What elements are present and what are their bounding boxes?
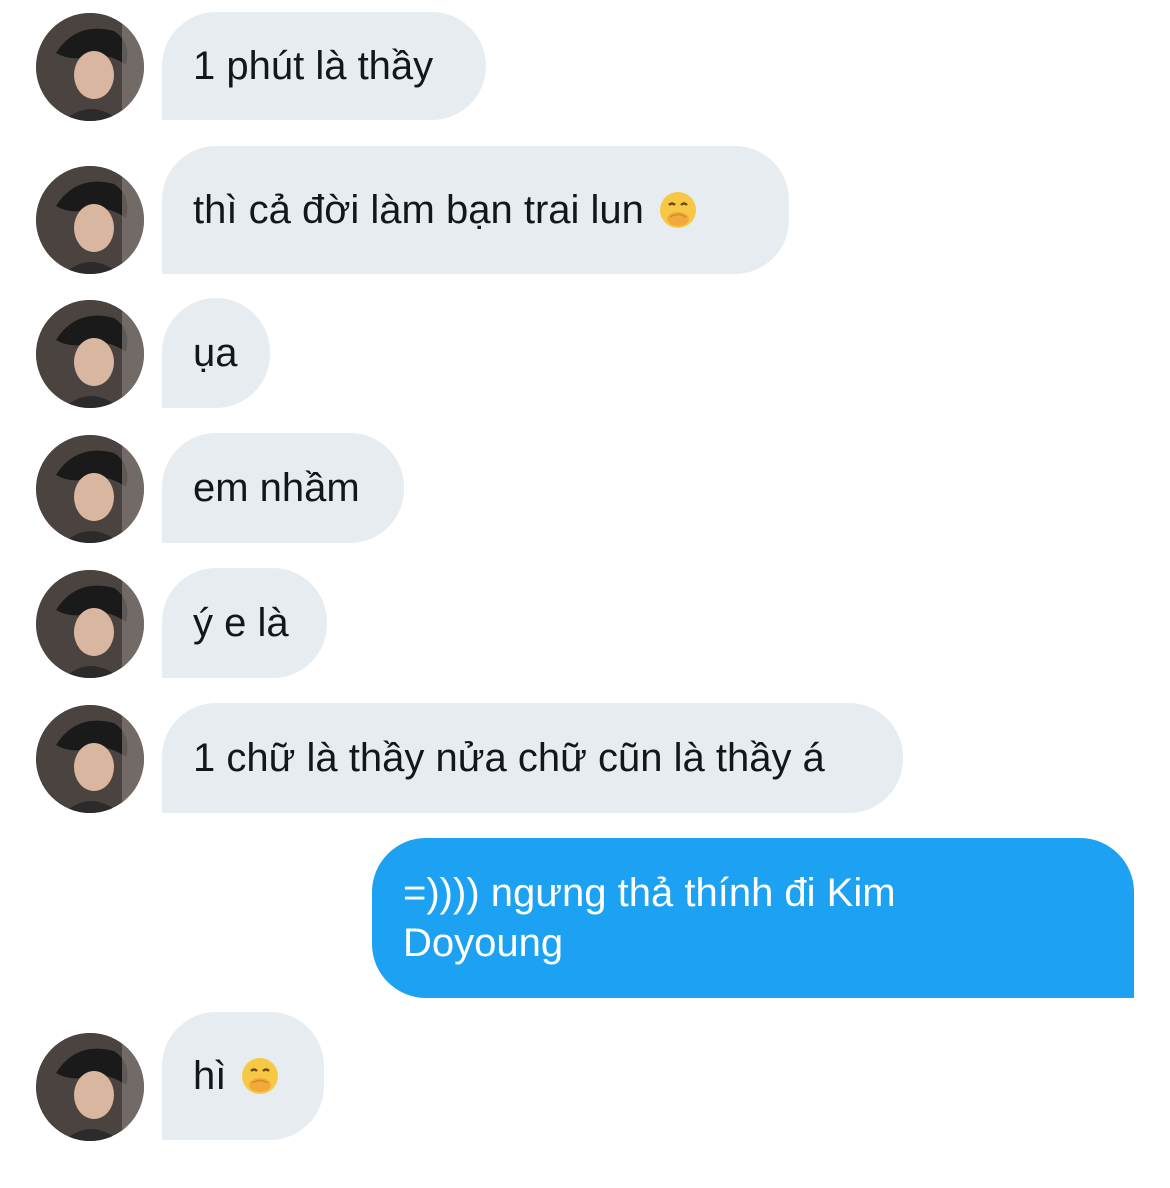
message-text: hì (193, 1054, 227, 1098)
hand-over-mouth-emoji-icon (240, 1056, 280, 1096)
message-text: 1 chữ là thầy nửa chữ cũn là thầy á (193, 736, 825, 780)
avatar[interactable] (36, 435, 144, 543)
message-text: 1 phút là thầy (193, 44, 434, 88)
message-row: 1 phút là thầy (0, 12, 1170, 122)
message-text: =)))) ngưng thả thính đi Kim Doyoung (403, 871, 896, 965)
message-text: ý e là (193, 601, 289, 645)
incoming-message-bubble[interactable]: ý e là (162, 568, 327, 678)
outgoing-message-bubble[interactable]: =)))) ngưng thả thính đi Kim Doyoung (372, 838, 1134, 998)
message-row: ụa (0, 298, 1170, 408)
avatar[interactable] (36, 705, 144, 813)
avatar[interactable] (36, 300, 144, 408)
message-row: hì (0, 1012, 1170, 1141)
avatar[interactable] (36, 570, 144, 678)
message-text: em nhầm (193, 466, 360, 510)
incoming-message-bubble[interactable]: em nhầm (162, 433, 404, 543)
avatar[interactable] (36, 1033, 144, 1141)
incoming-message-bubble[interactable]: 1 chữ là thầy nửa chữ cũn là thầy á (162, 703, 903, 813)
avatar[interactable] (36, 166, 144, 274)
message-row: thì cả đời làm bạn trai lun (0, 146, 1170, 274)
message-text: ụa (193, 331, 238, 375)
message-row: ý e là (0, 568, 1170, 678)
incoming-message-bubble[interactable]: hì (162, 1012, 324, 1140)
incoming-message-bubble[interactable]: ụa (162, 298, 270, 408)
incoming-message-bubble[interactable]: 1 phút là thầy (162, 12, 486, 120)
hand-over-mouth-emoji-icon (658, 190, 698, 230)
incoming-message-bubble[interactable]: thì cả đời làm bạn trai lun (162, 146, 789, 274)
message-row: =)))) ngưng thả thính đi Kim Doyoung (0, 838, 1170, 998)
message-text: thì cả đời làm bạn trai lun (193, 188, 644, 232)
message-row: 1 chữ là thầy nửa chữ cũn là thầy á (0, 703, 1170, 813)
message-row: em nhầm (0, 433, 1170, 543)
avatar[interactable] (36, 13, 144, 121)
